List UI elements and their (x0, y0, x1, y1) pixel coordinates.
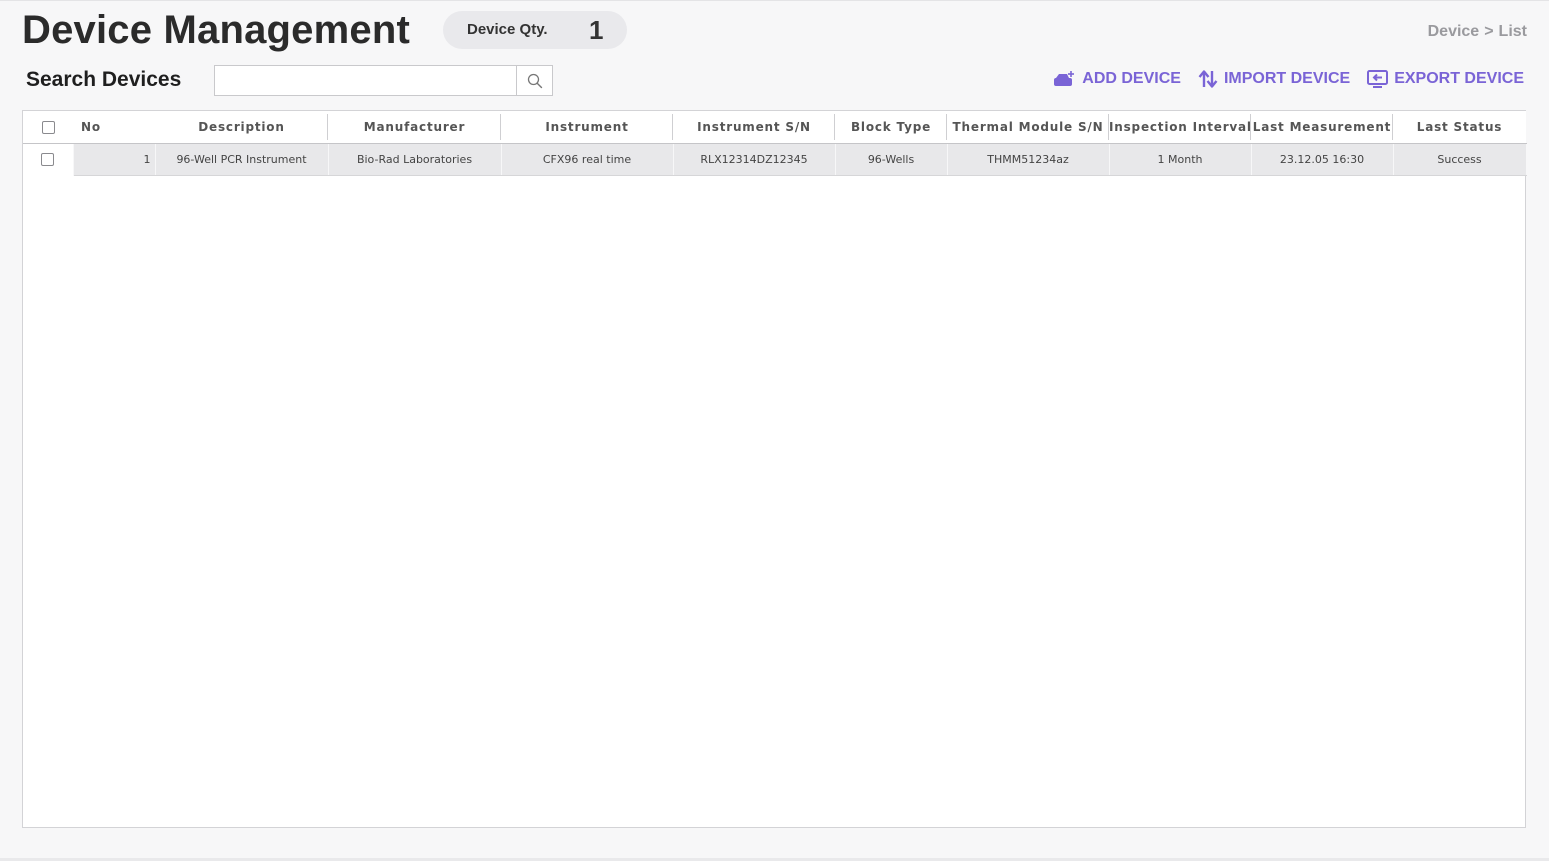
column-header-manufacturer-label: Manufacturer (363, 119, 466, 134)
table-row[interactable]: 1 96-Well PCR Instrument Bio-Rad Laborat… (23, 143, 1527, 176)
column-header-last-status-label: Last Status (1416, 119, 1503, 134)
export-device-label: EXPORT DEVICE (1394, 70, 1524, 87)
export-device-button[interactable]: EXPORT DEVICE (1367, 70, 1524, 88)
breadcrumb: Device > List (1428, 23, 1527, 41)
column-header-description-label: Description (198, 119, 285, 134)
column-header-thermal-module-sn-label: Thermal Module S/N (952, 119, 1104, 134)
cell-no: 1 (73, 143, 156, 176)
device-qty-label: Device Qty. (467, 21, 548, 38)
column-header-inspection-interval-label: Inspection Interval (1109, 119, 1252, 134)
cell-manufacturer: Bio-Rad Laboratories (328, 143, 502, 176)
column-header-block-type[interactable]: Block Type (835, 111, 947, 144)
column-header-instrument-sn-label: Instrument S/N (697, 119, 811, 134)
device-qty-value: 1 (589, 15, 604, 45)
action-bar: ADD DEVICE IMPORT DEVICE EXPORT DEVICE (1053, 70, 1524, 88)
select-all-checkbox[interactable] (41, 120, 55, 134)
column-header-instrument[interactable]: Instrument (501, 111, 673, 144)
import-arrows-icon (1198, 70, 1218, 88)
column-header-instrument-label: Instrument (545, 119, 629, 134)
table-header-row: No Description Manufacturer Instrument I… (23, 111, 1526, 144)
top-border (0, 0, 1549, 1)
column-header-last-measurement[interactable]: Last Measurement (1251, 111, 1393, 144)
column-header-last-measurement-label: Last Measurement (1252, 119, 1392, 134)
breadcrumb-device[interactable]: Device (1428, 23, 1480, 40)
column-header-manufacturer[interactable]: Manufacturer (328, 111, 501, 144)
search-input[interactable] (215, 66, 517, 95)
device-table-container: No Description Manufacturer Instrument I… (22, 110, 1527, 828)
add-device-icon (1054, 71, 1075, 86)
add-device-button[interactable]: ADD DEVICE (1053, 70, 1181, 88)
cell-last-status: Success (1393, 143, 1527, 176)
breadcrumb-separator: > (1484, 23, 1494, 40)
cell-instrument: CFX96 real time (501, 143, 674, 176)
cell-description: 96-Well PCR Instrument (155, 143, 329, 176)
column-header-block-type-label: Block Type (850, 119, 932, 134)
column-header-thermal-module-sn[interactable]: Thermal Module S/N (947, 111, 1109, 144)
device-qty-badge: Device Qty. 1 (443, 11, 627, 49)
cell-instrument-sn: RLX12314DZ12345 (673, 143, 836, 176)
row-select-cell (23, 143, 74, 175)
column-header-last-status[interactable]: Last Status (1393, 111, 1526, 144)
search-button[interactable] (516, 66, 552, 95)
import-device-button[interactable]: IMPORT DEVICE (1198, 70, 1350, 88)
device-table: No Description Manufacturer Instrument I… (23, 111, 1527, 176)
page-title: Device Management (22, 8, 410, 52)
add-device-label: ADD DEVICE (1082, 70, 1181, 87)
breadcrumb-list: List (1498, 23, 1527, 40)
select-all-header (23, 111, 73, 144)
cell-inspection-interval: 1 Month (1109, 143, 1252, 176)
cell-thermal-module-sn: THMM51234az (947, 143, 1110, 176)
search-box (214, 65, 553, 96)
column-header-description[interactable]: Description (155, 111, 328, 144)
column-header-inspection-interval[interactable]: Inspection Interval (1109, 111, 1252, 144)
cell-last-measurement: 23.12.05 16:30 (1251, 143, 1394, 176)
column-header-instrument-sn[interactable]: Instrument S/N (673, 111, 835, 144)
row-checkbox[interactable] (41, 153, 55, 166)
import-device-label: IMPORT DEVICE (1223, 70, 1351, 87)
column-header-no[interactable]: No (73, 111, 155, 144)
cell-block-type: 96-Wells (835, 143, 948, 176)
search-icon (527, 73, 542, 88)
search-label: Search Devices (26, 68, 182, 91)
export-monitor-icon (1367, 70, 1389, 88)
